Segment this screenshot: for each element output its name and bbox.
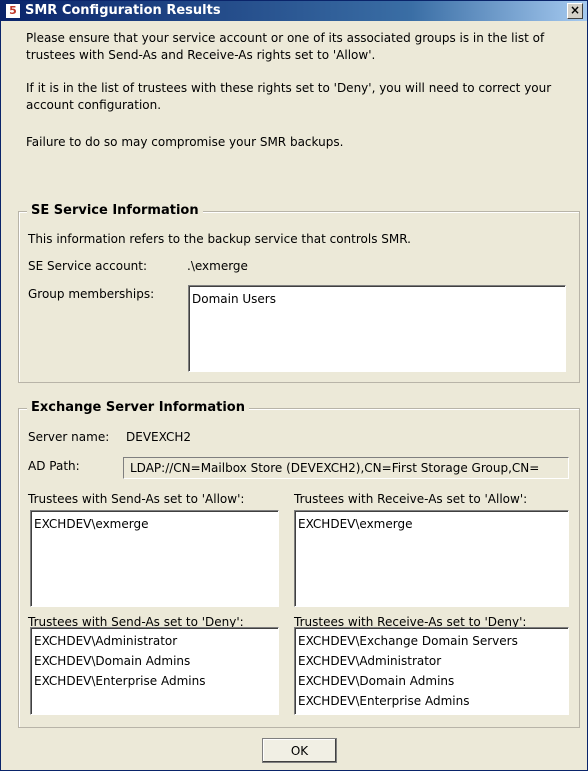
se-service-legend: SE Service Information [27,203,203,218]
list-item[interactable]: EXCHDEV\exmerge [34,514,275,534]
send-allow-list[interactable]: EXCHDEV\exmerge [30,510,279,607]
ad-path-label: AD Path: [28,459,80,473]
app-icon: 5 [5,3,21,19]
list-item[interactable]: Domain Users [192,289,562,309]
list-item[interactable]: EXCHDEV\exmerge [298,514,565,534]
send-deny-list[interactable]: EXCHDEV\Administrator EXCHDEV\Domain Adm… [30,627,279,715]
intro-paragraph-1: Please ensure that your service account … [26,31,545,62]
group-memberships-list[interactable]: Domain Users [188,285,566,372]
list-item[interactable]: EXCHDEV\Exchange Domain Servers [298,631,565,651]
ad-path-field[interactable]: LDAP://CN=Mailbox Store (DEVEXCH2),CN=Fi… [123,457,569,479]
se-service-account-value: .\exmerge [187,259,248,273]
se-service-account-label: SE Service account: [28,259,148,273]
exchange-server-group: Exchange Server Information Server name:… [18,400,580,728]
receive-allow-label: Trustees with Receive-As set to 'Allow': [294,492,528,506]
server-name-label: Server name: [28,430,110,444]
list-item[interactable]: EXCHDEV\Enterprise Admins [34,671,275,691]
se-service-group: SE Service Information This information … [18,203,580,383]
list-item[interactable]: EXCHDEV\Domain Admins [298,671,565,691]
intro-paragraph-3: Failure to do so may compromise your SMR… [26,135,344,149]
send-allow-label: Trustees with Send-As set to 'Allow': [28,492,245,506]
server-name-value: DEVEXCH2 [126,430,191,444]
list-item[interactable]: EXCHDEV\Administrator [298,651,565,671]
receive-allow-list[interactable]: EXCHDEV\exmerge [294,510,569,607]
title-bar[interactable]: 5 SMR Configuration Results × [1,1,587,21]
group-memberships-label: Group memberships: [28,287,155,301]
list-item[interactable]: EXCHDEV\Enterprise Admins [298,691,565,711]
exchange-server-legend: Exchange Server Information [27,400,249,415]
dialog-window: 5 SMR Configuration Results × Please ens… [0,0,588,771]
intro-paragraph-2: If it is in the list of trustees with th… [26,81,552,112]
close-button[interactable]: × [567,3,583,19]
receive-deny-list[interactable]: EXCHDEV\Exchange Domain Servers EXCHDEV\… [294,627,569,715]
list-item[interactable]: EXCHDEV\Administrator [34,631,275,651]
ok-button[interactable]: OK [262,738,337,763]
list-item[interactable]: EXCHDEV\Domain Admins [34,651,275,671]
se-service-description: This information refers to the backup se… [28,232,411,246]
window-title: SMR Configuration Results [25,3,221,18]
